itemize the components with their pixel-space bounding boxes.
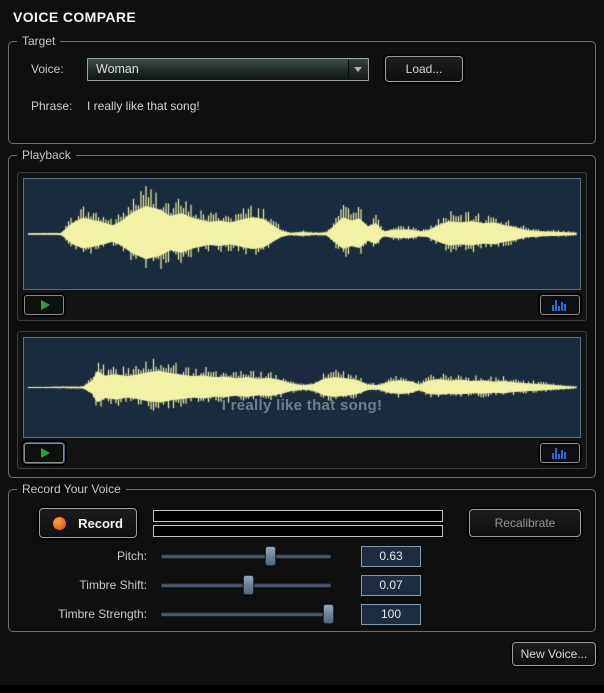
level-meters bbox=[153, 510, 443, 537]
playback-group: Playback bbox=[8, 148, 596, 478]
pitch-slider-track bbox=[161, 554, 331, 558]
pitch-slider[interactable] bbox=[161, 545, 331, 567]
play-icon bbox=[41, 448, 50, 458]
timbre-strength-row: Timbre Strength: 100 bbox=[9, 603, 595, 625]
timbre-strength-label: Timbre Strength: bbox=[9, 607, 147, 621]
new-voice-button[interactable]: New Voice... bbox=[512, 642, 596, 666]
record-button-label: Record bbox=[78, 516, 123, 531]
play-icon bbox=[41, 300, 50, 310]
play-your-voice-button[interactable] bbox=[24, 443, 64, 463]
timbre-shift-label: Timbre Shift: bbox=[9, 578, 147, 592]
your-voice-waveform-canvas bbox=[24, 338, 580, 437]
target-waveform-canvas bbox=[24, 179, 580, 289]
voice-label: Voice: bbox=[31, 62, 79, 76]
pitch-value-field[interactable]: 0.63 bbox=[361, 546, 421, 567]
level-meter-top bbox=[153, 510, 443, 522]
phrase-value: I really like that song! bbox=[87, 99, 200, 113]
timbre-shift-row: Timbre Shift: 0.07 bbox=[9, 574, 595, 596]
your-voice-waveform-controls bbox=[23, 443, 581, 463]
target-waveform-panel bbox=[17, 172, 587, 321]
timbre-strength-slider[interactable] bbox=[161, 603, 331, 625]
pitch-label: Pitch: bbox=[9, 549, 147, 563]
target-waveform-controls bbox=[23, 295, 581, 315]
record-button[interactable]: Record bbox=[39, 508, 137, 538]
voice-select-arrow-button[interactable] bbox=[348, 60, 367, 79]
load-button[interactable]: Load... bbox=[385, 56, 463, 82]
voice-selected-value: Woman bbox=[88, 59, 347, 80]
play-target-button[interactable] bbox=[24, 295, 64, 315]
bottom-bar bbox=[0, 685, 604, 693]
voice-row: Voice: Woman Load... bbox=[31, 56, 595, 82]
record-icon bbox=[53, 517, 66, 530]
playback-legend: Playback bbox=[17, 148, 76, 162]
spectrum-your-voice-button[interactable] bbox=[540, 443, 580, 463]
phrase-label: Phrase: bbox=[31, 99, 79, 113]
waveform-overlay-text: I really like that song! bbox=[24, 397, 580, 414]
target-legend: Target bbox=[17, 34, 60, 48]
your-voice-waveform-display: I really like that song! bbox=[23, 337, 581, 438]
timbre-shift-value-field[interactable]: 0.07 bbox=[361, 575, 421, 596]
voice-compare-window: VOICE COMPARE Target Voice: Woman Load..… bbox=[0, 0, 604, 693]
level-meter-bottom bbox=[153, 525, 443, 537]
pitch-slider-thumb[interactable] bbox=[265, 546, 276, 566]
timbre-strength-value-field[interactable]: 100 bbox=[361, 604, 421, 625]
chevron-down-icon bbox=[354, 67, 362, 72]
record-row: Record Recalibrate bbox=[39, 508, 581, 538]
phrase-row: Phrase: I really like that song! bbox=[31, 99, 595, 113]
equalizer-icon bbox=[552, 299, 568, 311]
page-title: VOICE COMPARE bbox=[0, 0, 604, 30]
timbre-strength-slider-thumb[interactable] bbox=[323, 604, 334, 624]
target-group: Target Voice: Woman Load... Phrase: I re… bbox=[8, 34, 596, 144]
timbre-strength-slider-track bbox=[161, 612, 331, 616]
spectrum-target-button[interactable] bbox=[540, 295, 580, 315]
timbre-shift-slider[interactable] bbox=[161, 574, 331, 596]
equalizer-icon bbox=[552, 447, 568, 459]
record-legend: Record Your Voice bbox=[17, 482, 126, 496]
record-group: Record Your Voice Record Recalibrate Pit… bbox=[8, 482, 596, 632]
pitch-row: Pitch: 0.63 bbox=[9, 545, 595, 567]
your-voice-waveform-panel: I really like that song! bbox=[17, 331, 587, 469]
target-waveform-display bbox=[23, 178, 581, 290]
voice-select[interactable]: Woman bbox=[87, 58, 369, 81]
footer: New Voice... bbox=[0, 642, 596, 666]
timbre-shift-slider-thumb[interactable] bbox=[243, 575, 254, 595]
recalibrate-button[interactable]: Recalibrate bbox=[469, 509, 581, 537]
